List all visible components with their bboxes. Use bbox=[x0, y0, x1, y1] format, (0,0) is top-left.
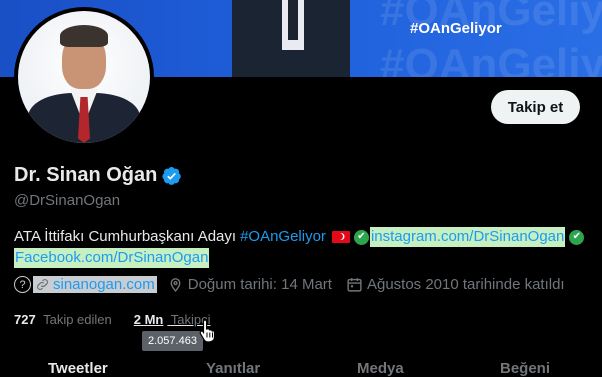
bio-text: ATA İttifakı Cumhurbaşkanı Adayı bbox=[14, 228, 237, 245]
following-count: 727 bbox=[14, 312, 36, 327]
hand-cursor-icon bbox=[199, 319, 216, 343]
avatar[interactable] bbox=[14, 7, 154, 147]
following-link[interactable]: 727 Takip edilen bbox=[14, 312, 112, 327]
banner-hashtag: #OAnGeliyor bbox=[410, 20, 502, 37]
birthday-text: Doğum tarihi: 14 Mart bbox=[187, 276, 332, 293]
link-icon bbox=[37, 279, 48, 290]
tab-tweets[interactable]: Tweetler bbox=[48, 360, 108, 377]
verified-badge-icon[interactable] bbox=[162, 166, 182, 186]
profile-bio: ATA İttifakı Cumhurbaşkanı Adayı #OAnGel… bbox=[14, 227, 589, 268]
following-label: Takip edilen bbox=[43, 312, 112, 327]
follow-button[interactable]: Takip et bbox=[491, 90, 580, 124]
bio-hashtag-link[interactable]: #OAnGeliyor bbox=[240, 227, 326, 247]
joined-date-text: Ağustos 2010 tarihinde katıldı bbox=[366, 276, 565, 293]
check-mark-icon: ✔ bbox=[353, 229, 369, 245]
website-text[interactable]: sinanogan.com bbox=[53, 276, 155, 293]
profile-name: Dr. Sinan Oğan bbox=[14, 164, 158, 186]
instagram-link[interactable]: instagram.com/DrSinanOgan bbox=[369, 227, 566, 247]
question-icon: ? bbox=[14, 276, 31, 293]
tab-likes[interactable]: Beğeni bbox=[500, 360, 550, 377]
tab-media[interactable]: Medya bbox=[357, 360, 404, 377]
website-link[interactable]: sinanogan.com bbox=[33, 276, 157, 293]
profile-meta: ? sinanogan.com Doğum tarihi: 14 Mart Ağ… bbox=[14, 276, 579, 293]
followers-count: 2 Mn bbox=[133, 312, 164, 327]
turkey-flag-icon bbox=[331, 231, 350, 243]
followers-tooltip: 2.057.463 bbox=[142, 331, 203, 351]
tab-replies[interactable]: Yanıtlar bbox=[206, 360, 260, 377]
profile-handle: @DrSinanOgan bbox=[14, 192, 121, 209]
calendar-icon bbox=[347, 278, 362, 292]
avatar-photo bbox=[18, 11, 150, 143]
location-pin-icon bbox=[170, 278, 181, 292]
profile-stats: 727 Takip edilen 2 Mn Takipçi bbox=[14, 312, 211, 327]
profile-name-row: Dr. Sinan Oğan bbox=[14, 164, 182, 187]
facebook-link[interactable]: Facebook.com/DrSinanOgan bbox=[14, 248, 210, 268]
check-mark-icon: ✔ bbox=[569, 229, 585, 245]
banner-photo bbox=[232, 0, 350, 77]
banner-watermark: #OAnGeliyor bbox=[380, 40, 602, 77]
